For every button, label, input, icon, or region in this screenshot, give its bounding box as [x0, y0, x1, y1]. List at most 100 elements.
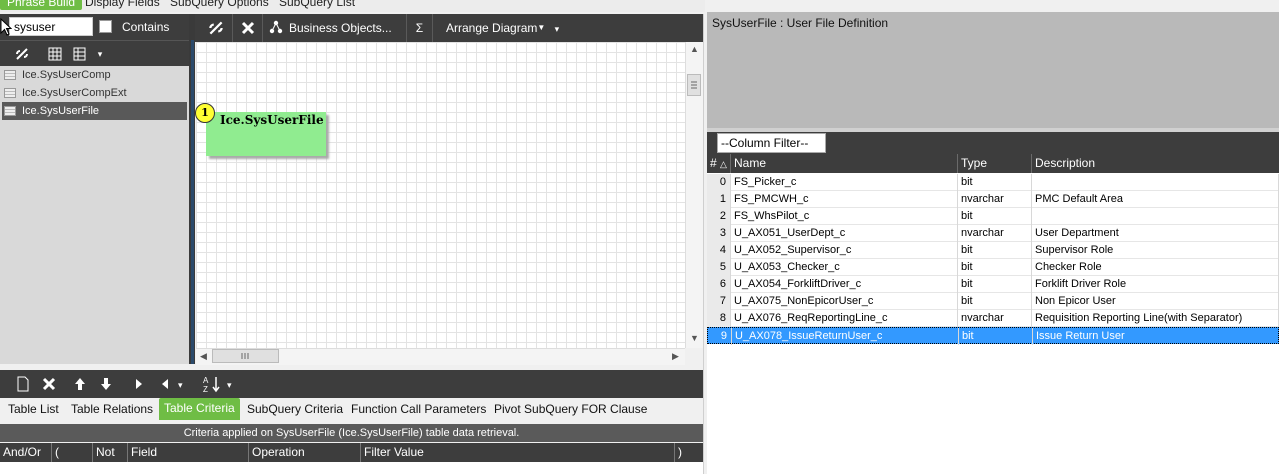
left-toolbar: ▾	[0, 40, 189, 66]
tree-item-selected[interactable]: Ice.SysUserFile	[2, 102, 187, 120]
column-header[interactable]: Not	[93, 443, 128, 462]
table-row[interactable]: 2 FS_WhsPilot_c bit	[707, 208, 1279, 225]
chevron-down-icon[interactable]: ▾	[227, 380, 232, 391]
criteria-grid-body[interactable]	[0, 462, 703, 474]
diagram-node-badge: 1	[195, 103, 215, 123]
grid-cell-desc: Issue Return User	[1033, 328, 1279, 345]
table-row[interactable]: 7 U_AX075_NonEpicorUser_c bit Non Epicor Us…	[707, 293, 1279, 310]
play-right-icon[interactable]	[134, 378, 144, 390]
grid-cell-desc: PMC Default Area	[1032, 191, 1279, 208]
sort-az-icon[interactable]: AZ	[202, 375, 224, 393]
grid-cell-type: bit	[958, 293, 1032, 310]
dropdown-chevron-icon[interactable]: ▾	[89, 41, 111, 67]
tab-table-criteria[interactable]: Table Criteria	[159, 398, 240, 420]
svg-text:Z: Z	[203, 385, 208, 393]
tab-subquery-criteria[interactable]: SubQuery Criteria	[247, 402, 343, 416]
grid-cell-type: bit	[958, 208, 1032, 225]
grid-cell-desc	[1032, 208, 1279, 225]
scroll-up-icon[interactable]: ▲	[690, 44, 699, 54]
arrow-up-icon[interactable]	[74, 377, 86, 391]
column-header[interactable]: Operation	[249, 443, 361, 462]
column-header-name[interactable]: Name	[731, 154, 958, 173]
tab-subquery-list[interactable]: SubQuery List	[279, 0, 355, 10]
play-left-icon[interactable]	[160, 378, 170, 390]
business-objects-button[interactable]: Business Objects...	[263, 14, 407, 42]
table-row[interactable]: 0 FS_Picker_c bit	[707, 174, 1279, 191]
svg-text:A: A	[203, 376, 209, 385]
horizontal-scroll-thumb[interactable]	[212, 349, 279, 363]
grid-cell-name: U_AX078_IssueReturnUser_c	[732, 328, 959, 345]
column-header-type[interactable]: Type	[958, 154, 1032, 173]
table-row[interactable]: 3 U_AX051_UserDept_c nvarchar User Departme…	[707, 225, 1279, 242]
grid-cell-name: FS_Picker_c	[731, 174, 958, 191]
grid-cell-n: 1	[707, 191, 731, 208]
scroll-right-icon[interactable]: ▶	[672, 351, 679, 362]
table-row[interactable]: 1 FS_PMCWH_c nvarchar PMC Default Area	[707, 191, 1279, 208]
grid-cell-n: 0	[707, 174, 731, 191]
column-header-description[interactable]: Description	[1032, 154, 1279, 173]
grid-cell-type: bit	[958, 259, 1032, 276]
tree-item[interactable]: Ice.SysUserCompExt	[0, 84, 189, 102]
grid-cell-n: 8	[707, 310, 731, 327]
splitter-accent	[191, 40, 194, 364]
column-header[interactable]: (	[52, 443, 93, 462]
new-document-icon[interactable]	[16, 376, 30, 392]
criteria-banner: Criteria applied on SysUserFile (Ice.Sys…	[0, 424, 703, 442]
arrange-diagram-button[interactable]: Arrange Diagram▼ ▾	[440, 14, 570, 42]
scroll-left-icon[interactable]: ◀	[200, 351, 207, 362]
grid-cell-desc: Supervisor Role	[1032, 242, 1279, 259]
table-row[interactable]: 8 U_AX076_ReqReportingLine_c nvarchar Requi…	[707, 310, 1279, 327]
tab-phrase-build[interactable]: Phrase Build	[0, 0, 83, 10]
arrow-down-icon[interactable]	[100, 377, 112, 391]
grid-cell-name: FS_WhsPilot_c	[731, 208, 958, 225]
link-button[interactable]	[195, 14, 233, 42]
close-icon	[241, 21, 255, 35]
grid-cell-desc	[1032, 174, 1279, 191]
grid-cell-name: FS_PMCWH_c	[731, 191, 958, 208]
grid-cell-n: 4	[707, 242, 731, 259]
grid-cell-type: nvarchar	[958, 225, 1032, 242]
table-row[interactable]: 9 U_AX078_IssueReturnUser_c bit Issue Retur…	[707, 327, 1279, 345]
grid-cell-name: U_AX053_Checker_c	[731, 259, 958, 276]
contains-label: Contains	[122, 20, 170, 34]
vertical-scroll-thumb[interactable]	[687, 74, 701, 96]
column-header[interactable]: And/Or	[0, 443, 52, 462]
tab-display-fields[interactable]: Display Fields	[85, 0, 160, 10]
column-header[interactable]: )	[675, 443, 703, 462]
close-icon[interactable]	[42, 377, 56, 391]
grid-cell-desc: Requisition Reporting Line(with Separato…	[1032, 310, 1279, 327]
grid-cell-name: U_AX052_Supervisor_c	[731, 242, 958, 259]
grid-cell-n: 3	[707, 225, 731, 242]
column-header[interactable]: Field	[128, 443, 249, 462]
tab-function-call-parameters[interactable]: Function Call Parameters	[351, 402, 486, 416]
grid-cell-type: bit	[958, 276, 1032, 293]
grid-cell-n: 2	[707, 208, 731, 225]
chevron-down-icon[interactable]: ▾	[178, 380, 183, 391]
menu-tab-bar: Phrase Build Display Fields SubQuery Opt…	[0, 0, 705, 12]
column-header[interactable]: Filter Value	[361, 443, 675, 462]
scroll-down-icon[interactable]: ▼	[690, 333, 699, 343]
table-row[interactable]: 4 U_AX052_Supervisor_c bit Supervisor Role	[707, 242, 1279, 259]
tree-item[interactable]: Ice.SysUserComp	[0, 66, 189, 84]
grid-cell-n: 9	[708, 328, 732, 345]
tab-table-relations[interactable]: Table Relations	[71, 402, 153, 416]
grid-cell-type: bit	[958, 242, 1032, 259]
table-grid-icon[interactable]	[44, 41, 66, 69]
column-header-num[interactable]: # △	[707, 154, 731, 173]
query-diagram-canvas[interactable]	[196, 42, 685, 348]
tab-table-list[interactable]: Table List	[8, 402, 59, 416]
contains-checkbox[interactable]	[99, 20, 112, 33]
table-row[interactable]: 6 U_AX054_ForkliftDriver_c bit Forklift Dri…	[707, 276, 1279, 293]
grid-cell-desc: Forklift Driver Role	[1032, 276, 1279, 293]
network-icon	[269, 20, 283, 34]
tab-subquery-options[interactable]: SubQuery Options	[170, 0, 269, 10]
tab-pivot-subquery[interactable]: Pivot SubQuery FOR Clause	[494, 402, 647, 416]
sort-asc-icon: △	[720, 159, 727, 169]
sigma-button[interactable]: Σ	[407, 14, 433, 42]
search-input[interactable]	[9, 17, 93, 36]
delete-button[interactable]	[233, 14, 263, 42]
table-row[interactable]: 5 U_AX053_Checker_c bit Checker Role	[707, 259, 1279, 276]
table-icon	[4, 106, 16, 116]
grid-cell-n: 7	[707, 293, 731, 310]
column-filter-input[interactable]: --Column Filter--	[717, 133, 826, 153]
